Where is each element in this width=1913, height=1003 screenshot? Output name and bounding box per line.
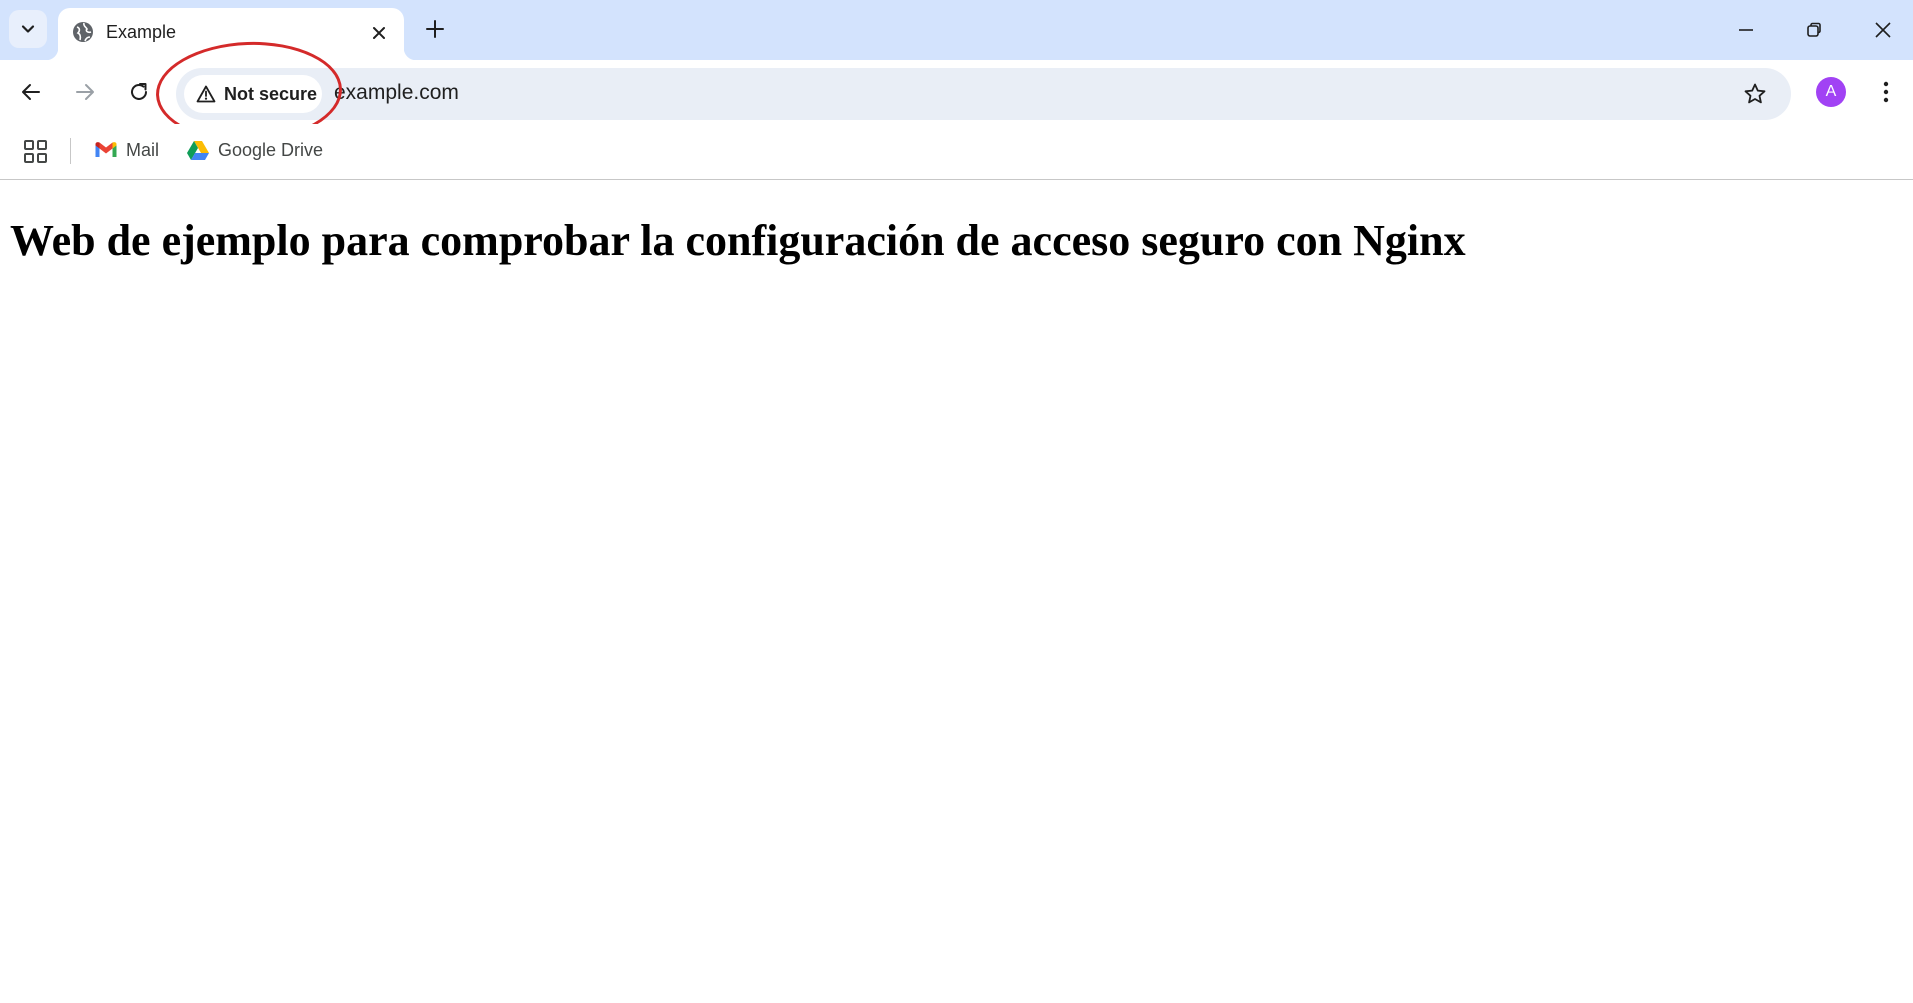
reload-icon xyxy=(131,83,147,100)
back-button[interactable] xyxy=(11,72,51,112)
restore-icon xyxy=(1807,22,1821,37)
bookmarks-bar: Mail Google Drive xyxy=(0,124,1913,180)
url-text[interactable]: example.com xyxy=(334,81,459,105)
bookmark-star-button[interactable] xyxy=(1737,76,1773,112)
profile-avatar[interactable]: A xyxy=(1816,77,1846,107)
gmail-icon xyxy=(95,142,117,157)
page-heading: Web de ejemplo para comprobar la configu… xyxy=(10,216,1466,265)
tab-search-button[interactable] xyxy=(9,10,47,48)
minimize-button[interactable] xyxy=(1718,8,1774,52)
close-window-button[interactable] xyxy=(1855,8,1911,52)
browser-menu-button[interactable] xyxy=(1868,74,1904,110)
tab-strip: Example xyxy=(0,0,1913,60)
warning-icon xyxy=(196,85,216,103)
bookmarks-separator xyxy=(70,138,71,164)
bookmark-mail[interactable]: Mail xyxy=(94,134,159,166)
arrow-right-icon xyxy=(76,84,94,100)
globe-icon xyxy=(73,22,93,42)
star-icon xyxy=(1744,83,1766,104)
security-label: Not secure xyxy=(224,83,318,104)
reload-button[interactable] xyxy=(119,72,159,112)
security-indicator-chip[interactable]: Not secure xyxy=(184,75,322,113)
web-page-content: Web de ejemplo para comprobar la configu… xyxy=(0,181,1913,1003)
google-drive-icon xyxy=(187,140,209,160)
bookmark-label: Mail xyxy=(126,139,160,160)
more-vertical-icon xyxy=(1883,81,1889,103)
tab-title: Example xyxy=(106,22,177,42)
bookmark-google-drive[interactable]: Google Drive xyxy=(186,134,323,166)
plus-icon xyxy=(426,20,444,38)
bookmark-label: Google Drive xyxy=(218,139,324,160)
apps-grid-icon[interactable] xyxy=(22,138,50,166)
new-tab-button[interactable] xyxy=(418,12,452,46)
tab-close-button[interactable] xyxy=(366,20,392,46)
arrow-left-icon xyxy=(22,84,40,100)
tab-active[interactable]: Example xyxy=(46,8,416,60)
restore-button[interactable] xyxy=(1786,8,1842,52)
close-icon xyxy=(373,27,385,39)
close-icon xyxy=(1875,22,1891,38)
chevron-down-icon xyxy=(21,25,35,33)
toolbar: Not secure example.com A xyxy=(0,60,1913,124)
forward-button[interactable] xyxy=(65,72,105,112)
address-bar[interactable]: Not secure example.com xyxy=(176,68,1791,120)
minimize-icon xyxy=(1739,29,1753,31)
